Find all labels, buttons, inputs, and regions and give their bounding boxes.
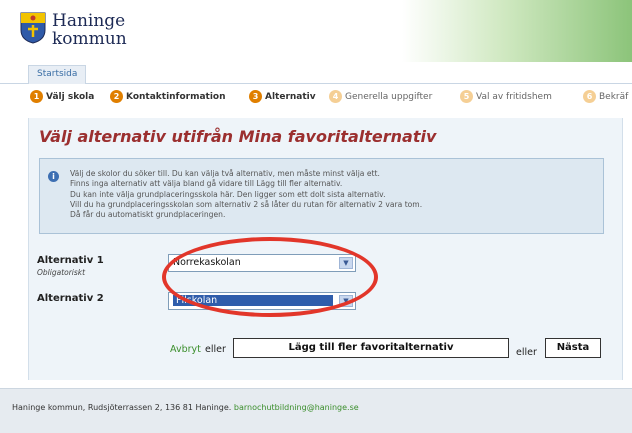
add-more-favorites-button[interactable]: Lägg till fler favoritalternativ bbox=[233, 338, 509, 358]
step-2[interactable]: 2 Kontaktinformation bbox=[110, 90, 226, 103]
alternative-1-label: Alternativ 1 bbox=[37, 255, 104, 266]
step-label: Generella uppgifter bbox=[345, 91, 433, 102]
step-number: 2 bbox=[110, 90, 123, 103]
step-1[interactable]: 1 Välj skola bbox=[30, 90, 94, 103]
info-line: Vill du ha grundplaceringsskolan som alt… bbox=[70, 199, 423, 209]
info-line: Du kan inte välja grundplaceringsskola h… bbox=[70, 189, 386, 199]
info-line: Då får du automatiskt grundplaceringen. bbox=[70, 210, 226, 220]
tab-startsida[interactable]: Startsida bbox=[28, 65, 87, 84]
step-label: Kontaktinformation bbox=[126, 91, 226, 102]
step-6[interactable]: 6 Bekräf bbox=[583, 90, 628, 103]
info-icon: i bbox=[48, 171, 59, 182]
header-banner bbox=[402, 0, 632, 62]
step-5[interactable]: 5 Val av fritidshem bbox=[460, 90, 552, 103]
logo[interactable]: Haninge kommun bbox=[20, 12, 127, 48]
footer-email-link[interactable]: barnochutbildning@haninge.se bbox=[234, 403, 359, 412]
info-box: i Välj de skolor du söker till. Du kan v… bbox=[39, 158, 604, 234]
site-footer: Haninge kommun, Rudsjöterrassen 2, 136 8… bbox=[0, 389, 632, 433]
step-label: Alternativ bbox=[265, 91, 316, 102]
next-button[interactable]: Nästa bbox=[545, 338, 601, 358]
alternative-1-required: Obligatoriskt bbox=[37, 268, 86, 277]
step-label: Bekräf bbox=[599, 91, 629, 102]
footer-text: Haninge kommun, Rudsjöterrassen 2, 136 8… bbox=[12, 403, 359, 412]
info-line: Välj de skolor du söker till. Du kan väl… bbox=[70, 169, 380, 178]
step-label: Välj skola bbox=[46, 91, 95, 102]
step-label: Val av fritidshem bbox=[476, 91, 552, 102]
logo-line-2: kommun bbox=[52, 29, 127, 49]
step-number: 6 bbox=[583, 90, 596, 103]
step-number: 1 bbox=[30, 90, 43, 103]
step-number: 3 bbox=[249, 90, 262, 103]
info-text: Välj de skolor du söker till. Du kan väl… bbox=[70, 169, 422, 220]
coat-of-arms-icon bbox=[20, 12, 46, 44]
form-actions: Avbryt eller Lägg till fler favoritalter… bbox=[0, 337, 632, 361]
info-line: Finns inga alternativ att välja bland gå… bbox=[70, 179, 343, 189]
site-header: Haninge kommun bbox=[0, 0, 632, 62]
step-number: 4 bbox=[329, 90, 342, 103]
step-3[interactable]: 3 Alternativ bbox=[249, 90, 316, 103]
step-progress: 1 Välj skola 2 Kontaktinformation 3 Alte… bbox=[0, 90, 632, 110]
tab-strip: Startsida bbox=[0, 62, 632, 84]
or-text: eller bbox=[205, 344, 226, 355]
cancel-link[interactable]: Avbryt bbox=[170, 344, 201, 355]
logo-text: Haninge kommun bbox=[52, 12, 127, 48]
highlight-ring bbox=[162, 237, 378, 317]
alternative-2-label: Alternativ 2 bbox=[37, 293, 104, 304]
logo-line-1: Haninge bbox=[52, 11, 126, 31]
or-text: eller bbox=[516, 347, 537, 358]
step-number: 5 bbox=[460, 90, 473, 103]
step-4[interactable]: 4 Generella uppgifter bbox=[329, 90, 432, 103]
page-title: Välj alternativ utifrån Mina favoritalte… bbox=[39, 127, 437, 146]
footer-address: Haninge kommun, Rudsjöterrassen 2, 136 8… bbox=[12, 403, 232, 412]
